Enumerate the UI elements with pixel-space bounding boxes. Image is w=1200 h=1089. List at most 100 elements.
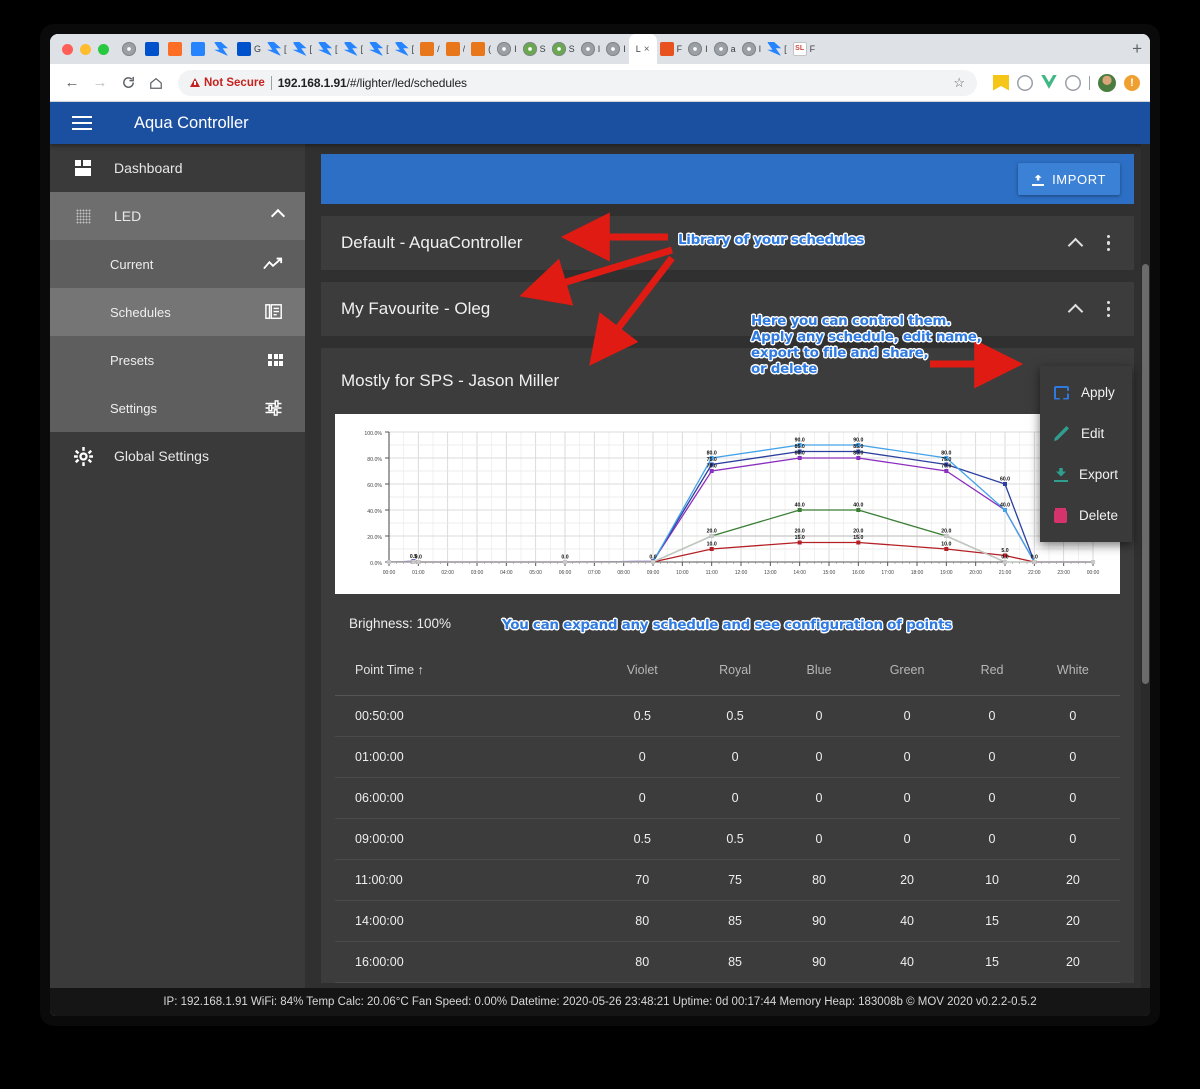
browser-tab[interactable]: G <box>234 34 264 64</box>
svg-text:80.0: 80.0 <box>941 451 951 457</box>
svg-text:40.0: 40.0 <box>795 503 805 509</box>
browser-tab[interactable]: [ <box>341 34 367 64</box>
table-row[interactable]: 16:00:00 80 85 90 40 15 20 <box>335 942 1120 983</box>
sidebar-item-schedules[interactable]: Schedules <box>50 288 305 336</box>
sidebar-item-current[interactable]: Current <box>50 240 305 288</box>
browser-tab[interactable]: [ <box>264 34 290 64</box>
sidebar-item-led[interactable]: LED <box>50 192 305 240</box>
browser-tab[interactable]: [ <box>290 34 316 64</box>
browser-tab[interactable]: ( <box>468 34 494 64</box>
minimize-window-button[interactable] <box>80 43 91 55</box>
forward-button[interactable]: → <box>88 71 112 95</box>
tab-favicon-icon <box>688 42 703 56</box>
close-tab-icon[interactable]: × <box>644 44 650 55</box>
table-row[interactable]: 01:00:00 0 0 0 0 0 0 <box>335 737 1120 778</box>
browser-tab[interactable]: S <box>520 34 549 64</box>
browser-tab[interactable]: I <box>578 34 604 64</box>
tab-favicon-icon <box>343 42 358 56</box>
bookmark-icon[interactable] <box>993 74 1009 91</box>
browser-tab[interactable]: [ <box>366 34 392 64</box>
table-row[interactable]: 00:50:00 0.5 0.5 0 0 0 0 <box>335 696 1120 737</box>
cell-value: 0.5 <box>726 832 744 846</box>
table-row[interactable]: 09:00:00 0.5 0.5 0 0 0 0 <box>335 819 1120 860</box>
browser-tab[interactable]: a <box>711 34 739 64</box>
table-row[interactable]: 11:00:00 70 75 80 20 10 20 <box>335 860 1120 901</box>
browser-tab[interactable]: F <box>657 34 686 64</box>
tab-label: a <box>730 44 736 54</box>
schedules-icon <box>265 303 283 321</box>
home-icon[interactable] <box>144 71 168 95</box>
schedule-card-header[interactable]: My Favourite - Oleg <box>321 282 1134 336</box>
menu-item-export[interactable]: Export <box>1040 454 1132 495</box>
browser-tab[interactable]: I <box>603 34 629 64</box>
table-row[interactable]: 14:00:00 80 85 90 40 15 20 <box>335 901 1120 942</box>
browser-tab[interactable]: / <box>417 34 443 64</box>
browser-tab[interactable] <box>211 34 234 64</box>
cell-value: 0 <box>988 750 996 764</box>
cell-value: 20 <box>1065 955 1080 969</box>
browser-tab-active[interactable]: L × <box>628 34 657 64</box>
tab-label: I <box>597 44 601 54</box>
sidebar-item-dashboard[interactable]: Dashboard <box>50 144 305 192</box>
sidebar-item-settings[interactable]: Settings <box>50 384 305 432</box>
browser-tab[interactable]: / <box>443 34 469 64</box>
tab-favicon-icon <box>145 42 159 56</box>
address-bar[interactable]: Not Secure 192.168.1.91/#/lighter/led/sc… <box>178 69 977 96</box>
svg-text:20.0: 20.0 <box>707 529 717 535</box>
schedule-card[interactable]: My Favourite - Oleg <box>321 282 1134 336</box>
cell-value: 20 <box>1065 914 1080 928</box>
browser-tabs[interactable]: G[[[[[[//(ISSIIL×FIaI[F <box>119 34 1124 64</box>
svg-text:17:00: 17:00 <box>881 570 894 576</box>
browser-tab[interactable]: I <box>685 34 711 64</box>
close-window-button[interactable] <box>62 43 73 55</box>
back-button[interactable]: ← <box>60 71 84 95</box>
avatar[interactable] <box>1098 73 1116 92</box>
schedule-card-expanded[interactable]: Mostly for SPS - Jason Miller 0.0% 20.0% 4… <box>321 348 1134 983</box>
cell-value: 0.5 <box>726 709 744 723</box>
zoom-window-button[interactable] <box>98 43 109 55</box>
import-button[interactable]: IMPORT <box>1018 163 1120 195</box>
browser-tab[interactable] <box>188 34 211 64</box>
browser-tab[interactable]: [ <box>764 34 790 64</box>
sidebar-led-subgroup: Current Schedules Presets Settings <box>50 240 305 432</box>
bookmark-star-icon[interactable]: ☆ <box>953 75 965 91</box>
schedule-context-menu[interactable]: Apply Edit Export Delete <box>1040 366 1132 542</box>
schedule-card-header[interactable]: Mostly for SPS - Jason Miller <box>321 348 1134 414</box>
browser-tab[interactable] <box>142 34 165 64</box>
chevron-up-icon[interactable] <box>1067 237 1083 253</box>
sidebar-item-global-settings[interactable]: Global Settings <box>50 432 305 480</box>
alert-icon[interactable] <box>1124 74 1140 91</box>
browser-tab[interactable]: [ <box>315 34 341 64</box>
gray-circle-icon[interactable] <box>1017 74 1033 91</box>
browser-tab[interactable]: S <box>549 34 578 64</box>
more-options-icon[interactable] <box>1106 234 1110 252</box>
tab-label: G <box>254 44 262 54</box>
browser-tab[interactable]: [ <box>392 34 418 64</box>
sidebar-item-presets[interactable]: Presets <box>50 336 305 384</box>
tab-favicon-icon <box>471 42 486 56</box>
not-secure-label: Not Secure <box>204 76 265 89</box>
chevron-up-icon[interactable] <box>1067 303 1083 319</box>
browser-tab[interactable]: I <box>739 34 765 64</box>
svg-text:08:00: 08:00 <box>617 570 630 576</box>
menu-item-delete[interactable]: Delete <box>1040 495 1132 536</box>
hamburger-icon[interactable] <box>72 116 92 130</box>
tab-label: F <box>676 44 683 54</box>
reload-icon[interactable] <box>116 71 140 95</box>
more-options-icon[interactable] <box>1106 300 1110 318</box>
window-traffic-lights[interactable] <box>56 43 119 55</box>
browser-tab[interactable] <box>165 34 188 64</box>
browser-tab[interactable]: I <box>494 34 520 64</box>
column-header-point-time[interactable]: Point Time ↑ <box>335 645 597 696</box>
tab-label: [ <box>360 44 364 54</box>
menu-item-edit[interactable]: Edit <box>1040 413 1132 454</box>
menu-item-apply[interactable]: Apply <box>1040 372 1132 413</box>
smiley-icon[interactable] <box>1065 75 1081 91</box>
browser-tab[interactable]: F <box>790 34 819 64</box>
browser-tab[interactable] <box>119 34 142 64</box>
new-tab-button[interactable]: + <box>1124 39 1150 59</box>
vue-icon[interactable] <box>1041 74 1057 89</box>
not-secure-badge[interactable]: Not Secure <box>190 77 265 89</box>
table-row[interactable]: 06:00:00 0 0 0 0 0 0 <box>335 778 1120 819</box>
content-scrollbar[interactable] <box>1141 144 1150 1016</box>
